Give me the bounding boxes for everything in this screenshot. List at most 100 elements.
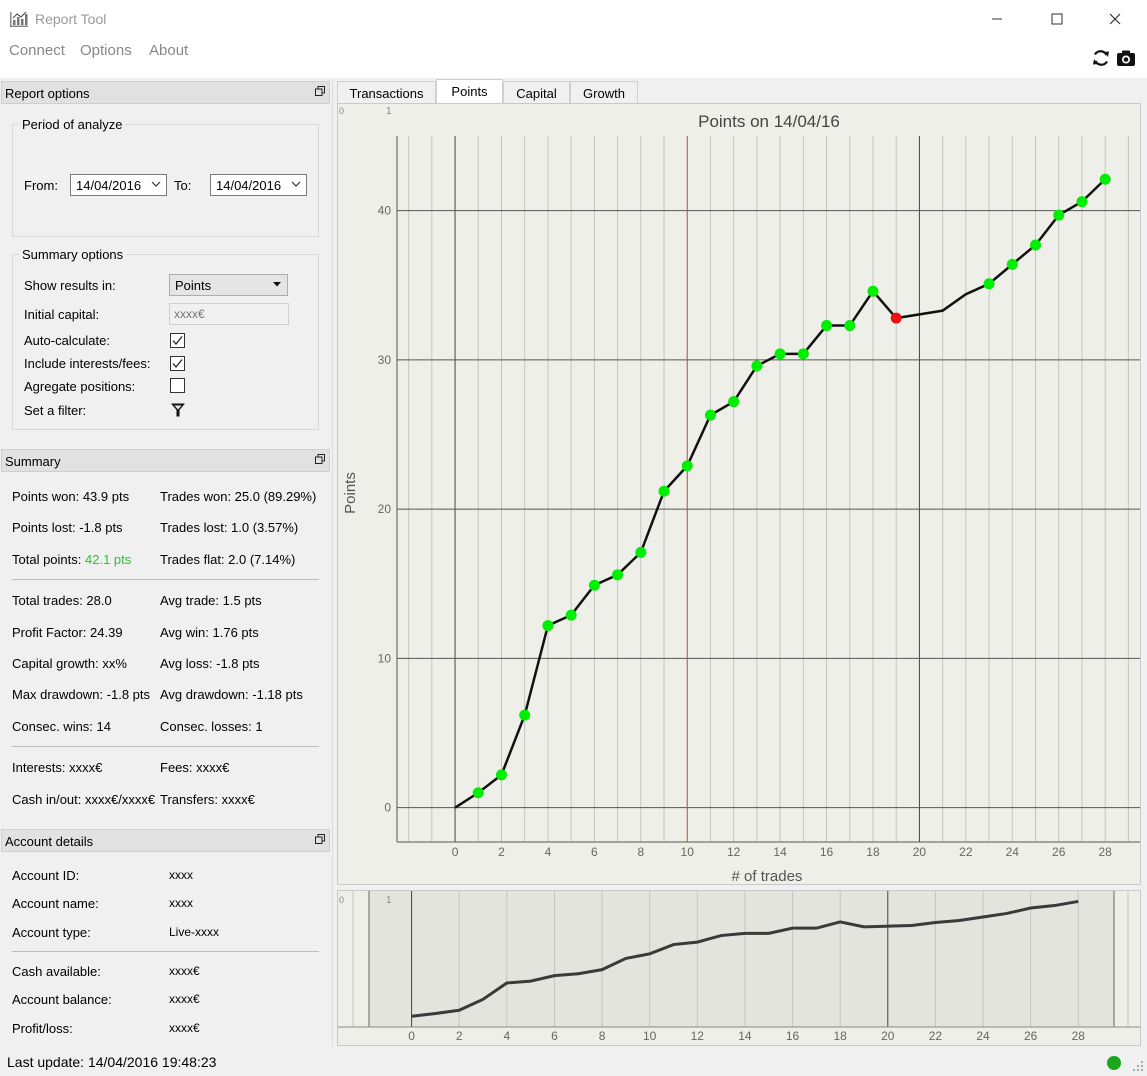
winning-trade-point	[681, 460, 693, 472]
window-title: Report Tool	[35, 11, 107, 27]
y-tick-label: 30	[378, 353, 392, 367]
winning-trade-point	[565, 609, 577, 621]
float-panel-icon[interactable]	[315, 834, 325, 844]
initial-capital-input[interactable]	[169, 303, 289, 325]
include-interests-label: Include interests/fees:	[24, 356, 151, 371]
fees: Fees: xxxx€	[160, 760, 230, 775]
to-date-value: 14/04/2016	[216, 178, 282, 193]
include-interests-checkbox[interactable]	[170, 356, 185, 371]
total-points-value: 42.1 pts	[85, 552, 132, 567]
menu-connect[interactable]: Connect	[9, 42, 65, 59]
winning-trade-point	[821, 320, 833, 332]
from-date-value: 14/04/2016	[76, 178, 142, 193]
overview-chart[interactable]: 0 2 4 6 8 10 12 14 16 18 20 22 24 26 28 0 1	[338, 891, 1140, 1045]
x-tick-label: 10	[681, 845, 695, 859]
dropdown-arrow-icon	[273, 282, 281, 287]
winning-trade-point	[1076, 196, 1088, 208]
chevron-down-icon	[151, 181, 161, 187]
losing-trade-point	[890, 312, 902, 324]
winning-trade-point	[635, 546, 647, 558]
x-tick-label: 14	[773, 845, 787, 859]
tab-points[interactable]: Points	[436, 79, 503, 105]
x-tick-label: 22	[959, 845, 973, 859]
overview-selection-range[interactable]	[369, 891, 1114, 1027]
account-details-title: Account details	[5, 834, 94, 849]
max-drawdown: Max drawdown: -1.8 pts	[12, 687, 151, 702]
menu-bar: Connect Options About	[0, 38, 1147, 78]
splitter[interactable]	[332, 80, 333, 1046]
avg-drawdown: Avg drawdown: -1.18 pts	[160, 687, 303, 702]
winning-trade-point	[844, 320, 856, 332]
last-update-text: Last update: 14/04/2016 19:48:23	[7, 1054, 217, 1070]
x-tick-label: 16	[820, 845, 834, 859]
trades-lost: Trades lost: 1.0 (3.57%)	[160, 520, 299, 535]
winning-trade-point	[704, 409, 716, 421]
cash-in-out: Cash in/out: xxxx€/xxxx€	[12, 792, 156, 807]
consec-losses: Consec. losses: 1	[160, 719, 263, 734]
camera-icon[interactable]	[1116, 48, 1136, 68]
x-tick-label: 0	[452, 845, 459, 859]
avg-win: Avg win: 1.76 pts	[160, 625, 259, 640]
winning-trade-point	[774, 348, 786, 360]
check-icon	[172, 359, 183, 369]
x-tick-label: 6	[591, 845, 598, 859]
app-chart-icon	[10, 11, 28, 27]
points-chart-frame: 0 10 20 30 40 0 2 4 6 8 10 12 14 16 18 20 22 24 26 28 Point…	[337, 103, 1141, 885]
menu-about[interactable]: About	[149, 42, 188, 59]
float-panel-icon[interactable]	[315, 86, 325, 96]
chevron-down-icon	[291, 181, 301, 187]
y-tick-label: 20	[378, 502, 392, 516]
show-results-label: Show results in:	[24, 278, 116, 293]
winning-trade-point	[1099, 173, 1111, 185]
cash-available-value: xxxx€	[169, 964, 200, 978]
aggregate-positions-checkbox[interactable]	[170, 378, 185, 393]
close-button[interactable]	[1092, 0, 1138, 38]
points-chart[interactable]: 0102030400 2 4 6 8 10 12 14 16 18 20 22 24 26 28 Point…	[338, 104, 1140, 885]
avg-trade: Avg trade: 1.5 pts	[160, 593, 262, 608]
tab-capital[interactable]: Capital	[503, 81, 570, 104]
overview-corner-label-1: 1	[386, 895, 392, 906]
resize-grip-icon[interactable]	[1132, 1060, 1144, 1072]
auto-calculate-checkbox[interactable]	[170, 333, 185, 348]
avg-loss: Avg loss: -1.8 pts	[160, 656, 260, 671]
maximize-button[interactable]	[1034, 0, 1080, 38]
trades-won: Trades won: 25.0 (89.29%)	[160, 489, 317, 504]
profit-loss-label: Profit/loss:	[12, 1021, 73, 1036]
minimize-button[interactable]	[974, 0, 1020, 38]
account-details-header: Account details	[1, 829, 330, 852]
winning-trade-point	[751, 360, 763, 372]
winning-trade-point	[472, 787, 484, 799]
chart-title: Points on 14/04/16	[698, 112, 840, 131]
trades-flat: Trades flat: 2.0 (7.14%)	[160, 552, 296, 567]
title-bar: Report Tool	[0, 0, 1147, 38]
total-points-label: Total points:	[12, 552, 85, 567]
set-filter-label: Set a filter:	[24, 403, 87, 418]
overview-x-tick-label: 8	[599, 1029, 606, 1043]
points-lost: Points lost: -1.8 pts	[12, 520, 123, 535]
account-type-label: Account type:	[12, 925, 91, 940]
refresh-icon[interactable]	[1091, 48, 1111, 68]
show-results-select[interactable]: Points	[169, 274, 288, 296]
account-name-label: Account name:	[12, 896, 99, 911]
account-balance-label: Account balance:	[12, 992, 112, 1007]
winning-trade-point	[867, 285, 879, 297]
from-date-picker[interactable]: 14/04/2016	[70, 174, 167, 196]
filter-icon[interactable]	[170, 402, 186, 418]
corner-label-0: 0	[339, 106, 344, 116]
overview-x-tick-label: 20	[881, 1029, 895, 1043]
float-panel-icon[interactable]	[315, 454, 325, 464]
menu-options[interactable]: Options	[80, 42, 132, 59]
divider	[12, 951, 319, 952]
tab-growth[interactable]: Growth	[570, 81, 638, 104]
period-group-title: Period of analyze	[19, 117, 126, 132]
overview-x-tick-label: 22	[929, 1029, 943, 1043]
account-name-value: xxxx	[169, 896, 193, 910]
x-tick-label: 4	[545, 845, 552, 859]
y-tick-label: 10	[378, 651, 392, 665]
account-type-value: Live-xxxx	[169, 925, 220, 939]
check-icon	[172, 336, 183, 346]
x-tick-label: 26	[1052, 845, 1066, 859]
tab-transactions[interactable]: Transactions	[337, 81, 436, 104]
to-date-picker[interactable]: 14/04/2016	[210, 174, 307, 196]
overview-x-tick-label: 16	[786, 1029, 800, 1043]
